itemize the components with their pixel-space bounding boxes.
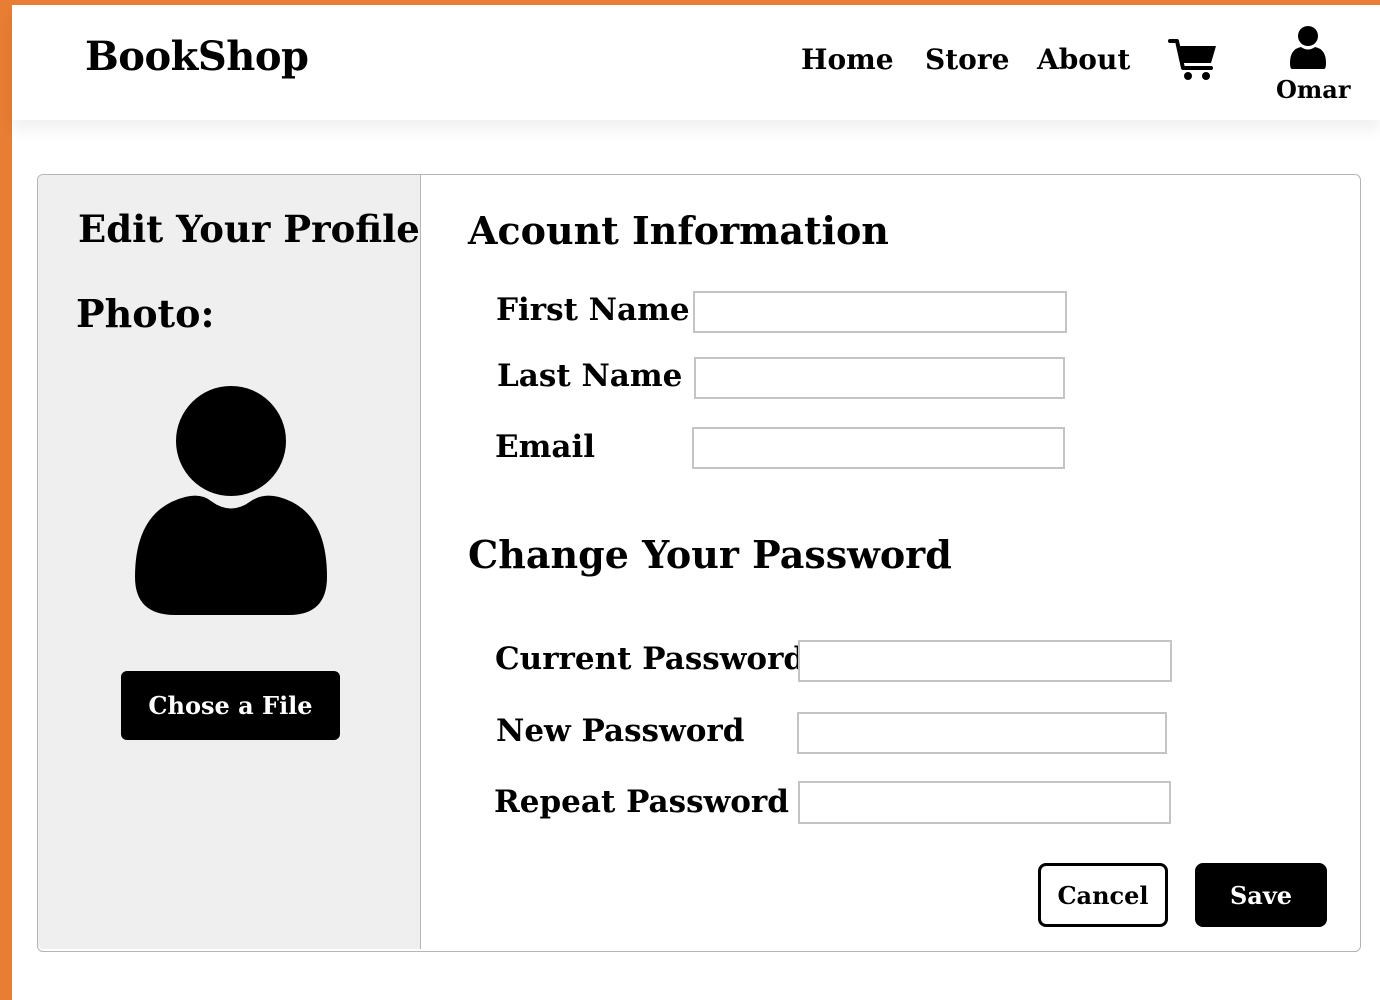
cancel-button[interactable]: Cancel [1038, 863, 1168, 927]
nav-about-link[interactable]: About [1037, 43, 1130, 76]
choose-file-button[interactable]: Chose a File [121, 671, 340, 740]
new-password-label: New Password [496, 713, 745, 749]
email-label: Email [495, 429, 596, 465]
user-icon[interactable] [1289, 25, 1327, 71]
brand-logo[interactable]: BookShop [85, 33, 309, 80]
photo-label: Photo: [76, 291, 215, 336]
orange-frame-left [0, 0, 12, 1000]
password-section-title: Change Your Password [468, 532, 952, 577]
shopping-cart-icon[interactable] [1168, 38, 1218, 82]
first-name-input[interactable] [693, 291, 1067, 333]
repeat-password-input[interactable] [798, 781, 1171, 824]
user-silhouette-icon [135, 386, 327, 615]
new-password-input[interactable] [797, 712, 1167, 754]
nav-store-link[interactable]: Store [925, 43, 1009, 76]
top-navbar: BookShop Home Store About Omar [12, 5, 1380, 120]
email-input[interactable] [692, 427, 1065, 469]
panel-title: Edit Your Profile [78, 207, 420, 251]
account-section-title: Acount Information [468, 208, 889, 253]
repeat-password-label: Repeat Password [494, 784, 789, 820]
first-name-label: First Name [496, 292, 690, 328]
user-name-label[interactable]: Omar [1276, 75, 1351, 104]
profile-photo-panel: Edit Your Profile Photo: Chose a File [38, 175, 421, 949]
nav-home-link[interactable]: Home [801, 43, 894, 76]
save-button[interactable]: Save [1195, 863, 1327, 927]
current-password-input[interactable] [798, 640, 1172, 682]
last-name-label: Last Name [497, 358, 683, 394]
last-name-input[interactable] [694, 357, 1065, 399]
current-password-label: Current Password [495, 641, 806, 677]
